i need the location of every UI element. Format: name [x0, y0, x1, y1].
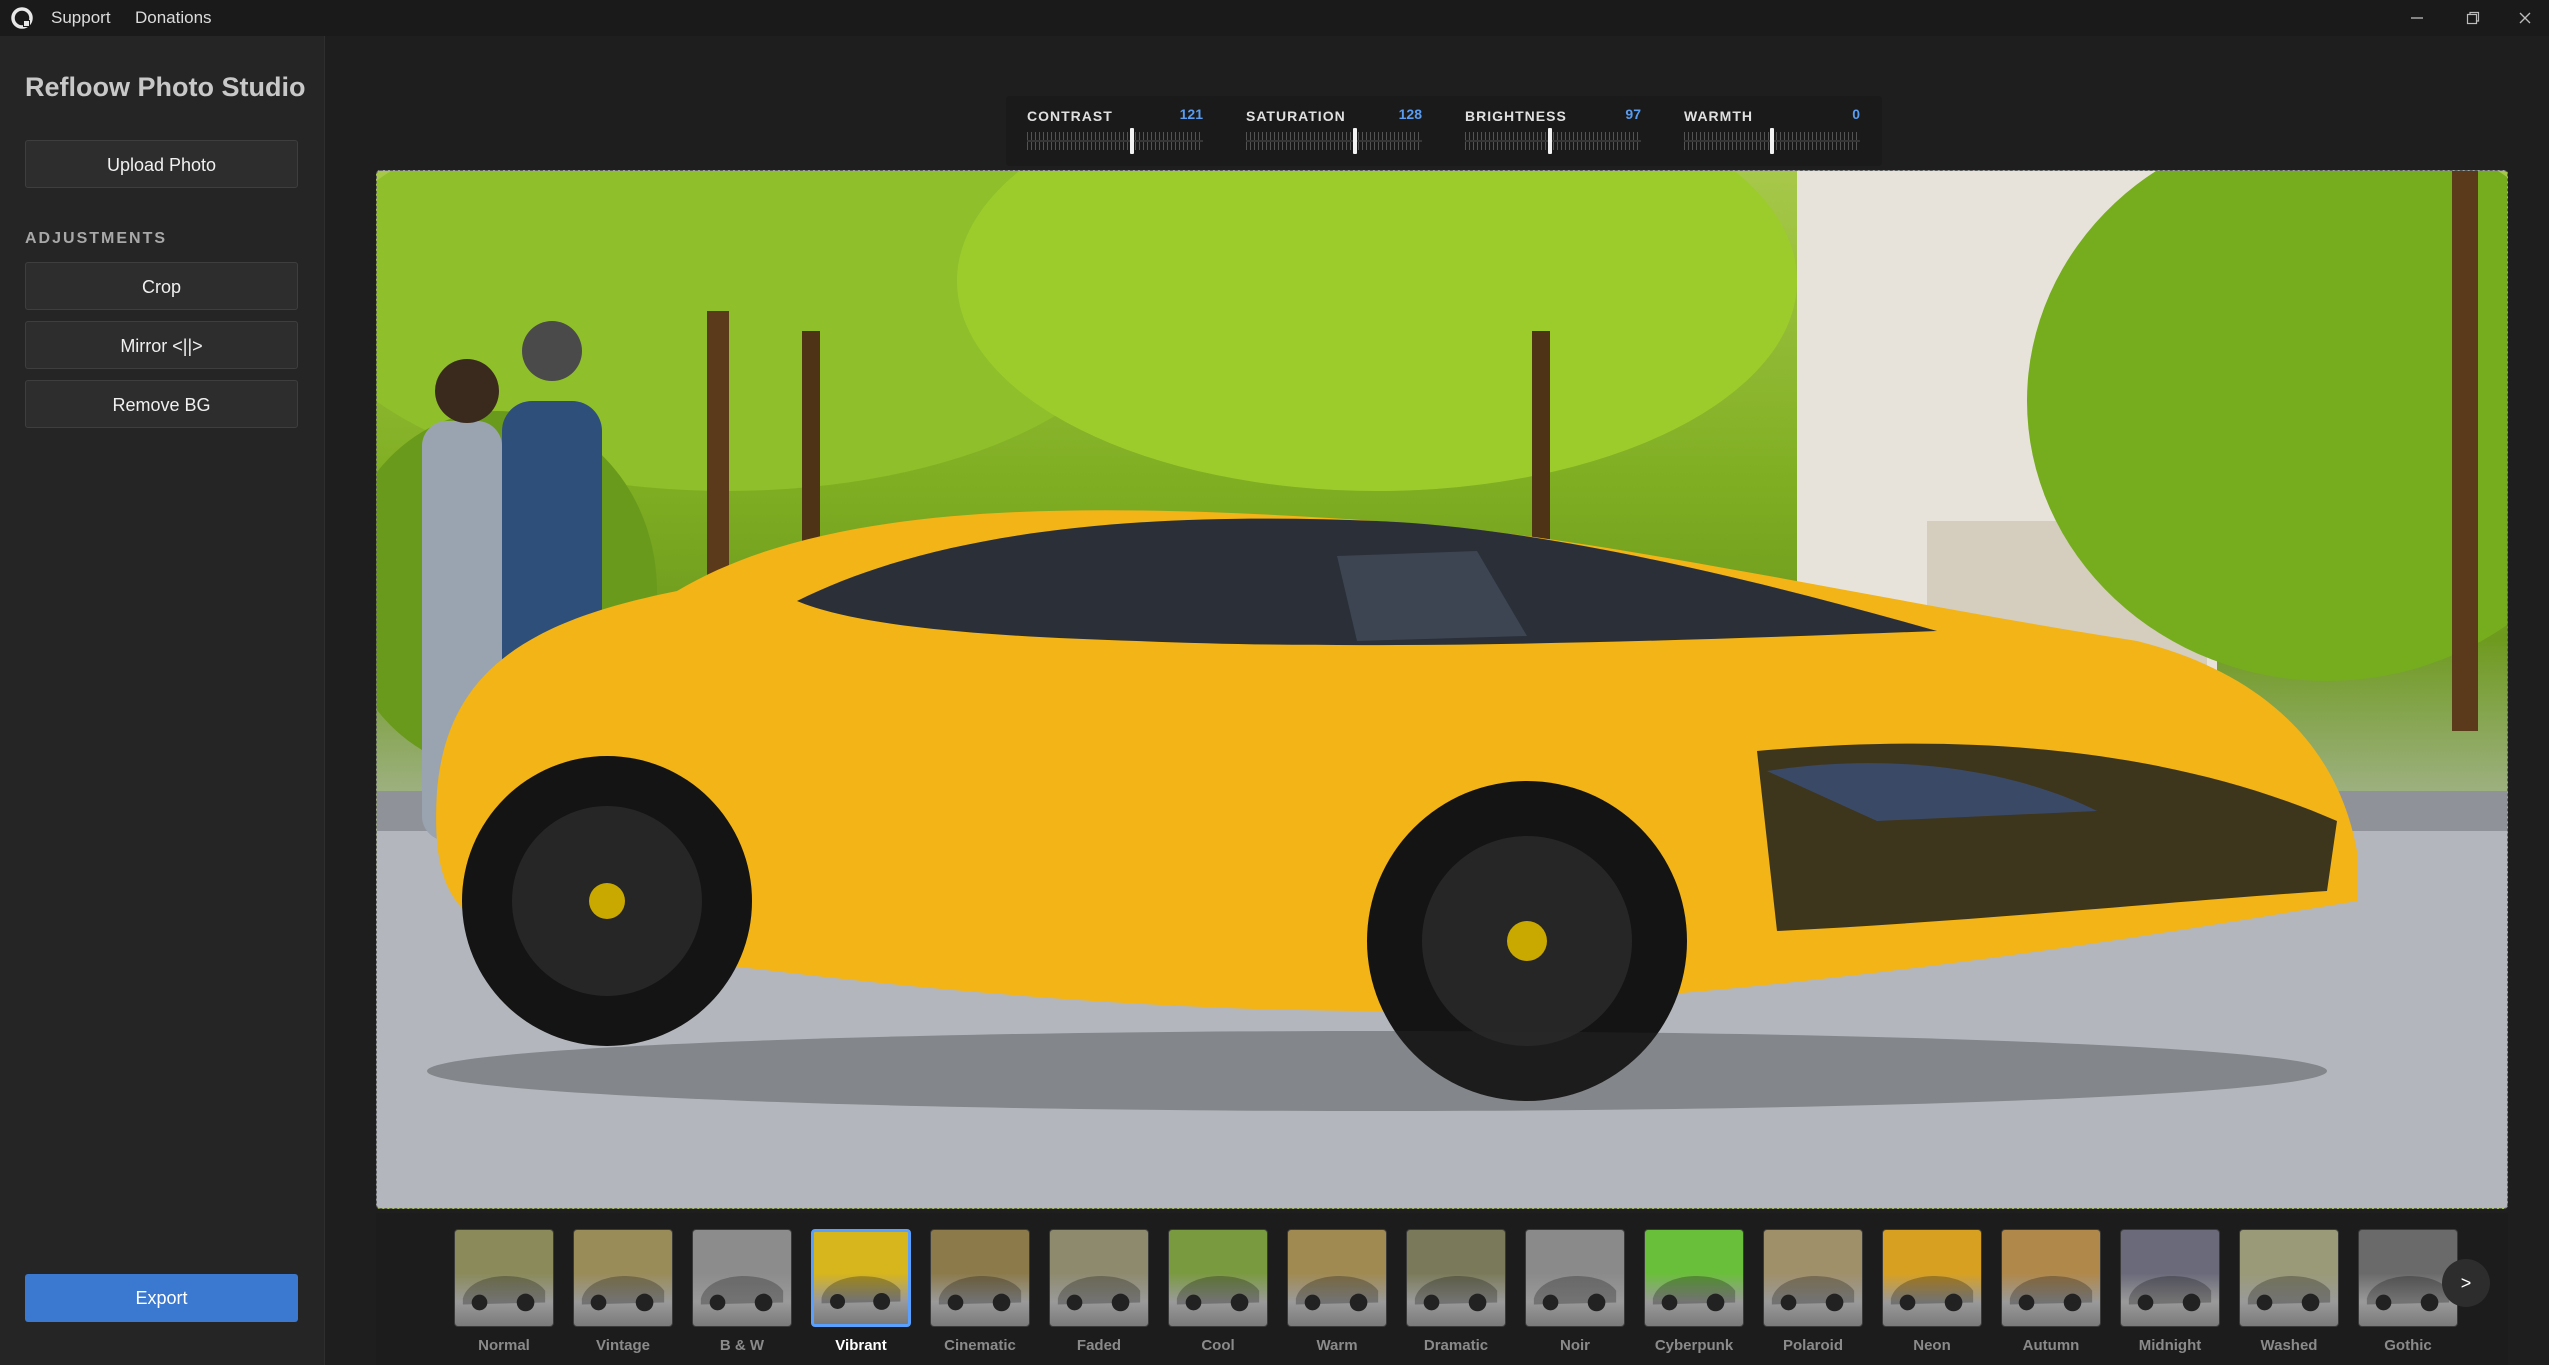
filter-thumbnail[interactable]	[1763, 1229, 1863, 1327]
filter-thumbnail[interactable]	[1406, 1229, 1506, 1327]
filter-thumbnail[interactable]	[811, 1229, 911, 1327]
warmth-label: WARMTH	[1684, 108, 1753, 124]
contrast-value: 121	[1179, 106, 1203, 122]
filter-label: Dramatic	[1423, 1337, 1489, 1354]
upload-photo-button[interactable]: Upload Photo	[25, 140, 298, 188]
filter-thumbnail[interactable]	[454, 1229, 554, 1327]
filter-noir[interactable]: Noir	[1525, 1229, 1625, 1354]
filter-vintage[interactable]: Vintage	[573, 1229, 673, 1354]
filter-dramatic[interactable]: Dramatic	[1406, 1229, 1506, 1354]
filter-strip: Normal Vintage B & W Vibrant Cinematic Faded C…	[376, 1213, 2508, 1365]
minimize-icon[interactable]	[2389, 0, 2445, 36]
title-bar: Support Donations	[0, 0, 2549, 36]
adjustments-section-label: ADJUSTMENTS	[25, 230, 168, 247]
filter-label: Midnight	[2138, 1337, 2202, 1354]
filter-label: Cyberpunk	[1654, 1337, 1734, 1354]
filter-label: Autumn	[2022, 1337, 2080, 1354]
filter-thumbnail[interactable]	[1168, 1229, 1268, 1327]
saturation-label: SATURATION	[1246, 108, 1346, 124]
filter-thumbnail[interactable]	[1882, 1229, 1982, 1327]
filter-thumbnail[interactable]	[1049, 1229, 1149, 1327]
saturation-value: 128	[1398, 106, 1422, 122]
filter-label: Neon	[1913, 1337, 1951, 1354]
brightness-value: 97	[1625, 106, 1641, 122]
warmth-value: 0	[1852, 106, 1860, 122]
filter-thumbnail[interactable]	[573, 1229, 673, 1327]
crop-button[interactable]: Crop	[25, 262, 298, 310]
filter-label: Warm	[1316, 1337, 1358, 1354]
app-title: Refloow Photo Studio	[25, 72, 306, 102]
filter-midnight[interactable]: Midnight	[2120, 1229, 2220, 1354]
filter-label: Faded	[1076, 1337, 1122, 1354]
filter-label: Normal	[478, 1337, 530, 1354]
filter-thumbnail[interactable]	[2120, 1229, 2220, 1327]
filter-label: Cinematic	[944, 1337, 1016, 1354]
filter-label: B & W	[719, 1337, 765, 1354]
filter-label: Gothic	[2384, 1337, 2432, 1354]
filter-thumbnail[interactable]	[692, 1229, 792, 1327]
filter-cyberpunk[interactable]: Cyberpunk	[1644, 1229, 1744, 1354]
filter-thumbnail[interactable]	[1525, 1229, 1625, 1327]
filter-thumbnail[interactable]	[930, 1229, 1030, 1327]
filter-label: Cool	[1201, 1337, 1235, 1354]
filters-next-button[interactable]: >	[2442, 1259, 2490, 1307]
mirror-button[interactable]: Mirror <||>	[25, 321, 298, 369]
filter-normal[interactable]: Normal	[454, 1229, 554, 1354]
contrast-thumb[interactable]	[1130, 128, 1134, 154]
filter-b-w[interactable]: B & W	[692, 1229, 792, 1354]
brightness-track[interactable]	[1465, 132, 1641, 150]
menu-donations[interactable]: Donations	[135, 0, 212, 36]
filter-label: Noir	[1560, 1337, 1590, 1354]
filter-faded[interactable]: Faded	[1049, 1229, 1149, 1354]
brightness-slider[interactable]: BRIGHTNESS 97	[1465, 106, 1641, 158]
filter-thumbnail[interactable]	[2001, 1229, 2101, 1327]
filter-vibrant[interactable]: Vibrant	[811, 1229, 911, 1354]
warmth-thumb[interactable]	[1770, 128, 1774, 154]
export-button[interactable]: Export	[25, 1274, 298, 1322]
filter-cool[interactable]: Cool	[1168, 1229, 1268, 1354]
contrast-track[interactable]	[1027, 132, 1203, 150]
saturation-track[interactable]	[1246, 132, 1422, 150]
saturation-slider[interactable]: SATURATION 128	[1246, 106, 1422, 158]
filter-washed[interactable]: Washed	[2239, 1229, 2339, 1354]
filter-thumbnail[interactable]	[1644, 1229, 1744, 1327]
restore-icon[interactable]	[2445, 0, 2501, 36]
app-logo-icon	[11, 7, 33, 29]
remove-bg-button[interactable]: Remove BG	[25, 380, 298, 428]
saturation-thumb[interactable]	[1353, 128, 1357, 154]
filter-autumn[interactable]: Autumn	[2001, 1229, 2101, 1354]
contrast-label: CONTRAST	[1027, 108, 1113, 124]
sidebar: Refloow Photo Studio Upload Photo ADJUST…	[0, 36, 325, 1365]
brightness-thumb[interactable]	[1548, 128, 1552, 154]
filter-cinematic[interactable]: Cinematic	[930, 1229, 1030, 1354]
car-photo	[377, 171, 2507, 1208]
filter-label: Polaroid	[1782, 1337, 1843, 1354]
filter-label: Vintage	[596, 1337, 650, 1354]
filter-warm[interactable]: Warm	[1287, 1229, 1387, 1354]
brightness-label: BRIGHTNESS	[1465, 108, 1567, 124]
photo-canvas[interactable]	[376, 170, 2508, 1209]
filter-label: Vibrant	[835, 1337, 887, 1354]
adjustment-sliders-panel: CONTRAST 121 SATURATION 128 BRIGHTNESS 9…	[1006, 96, 1882, 166]
filter-thumbnail[interactable]	[1287, 1229, 1387, 1327]
menu-support[interactable]: Support	[51, 0, 111, 36]
filter-thumbnail[interactable]	[2239, 1229, 2339, 1327]
filter-label: Washed	[2260, 1337, 2318, 1354]
filter-neon[interactable]: Neon	[1882, 1229, 1982, 1354]
close-icon[interactable]	[2501, 0, 2549, 36]
filter-polaroid[interactable]: Polaroid	[1763, 1229, 1863, 1354]
contrast-slider[interactable]: CONTRAST 121	[1027, 106, 1203, 158]
warmth-slider[interactable]: WARMTH 0	[1684, 106, 1860, 158]
